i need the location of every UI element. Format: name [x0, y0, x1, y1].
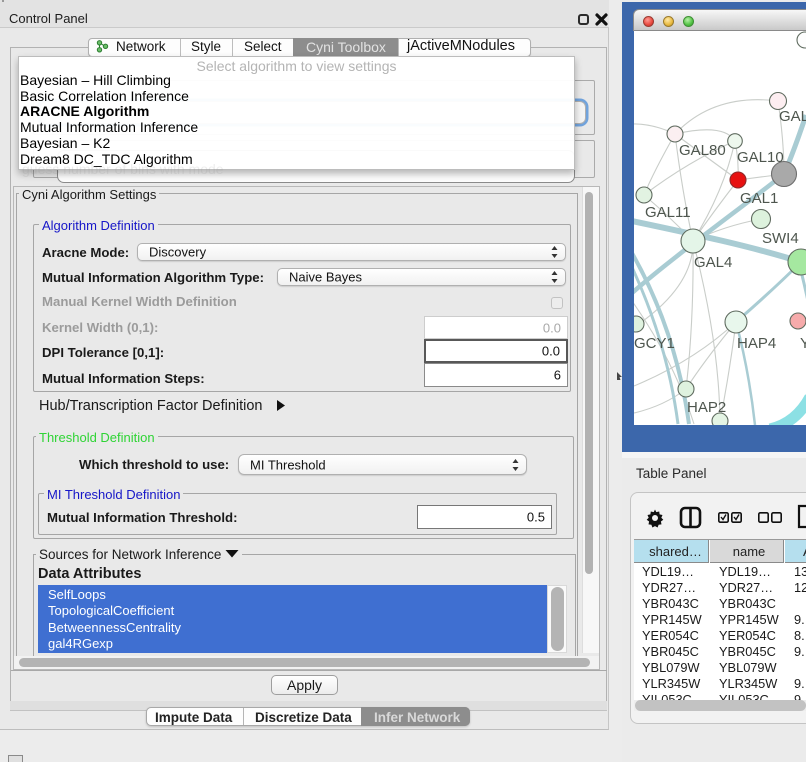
- svg-text:GAL: GAL: [779, 108, 806, 125]
- svg-text:GAL11: GAL11: [645, 204, 691, 221]
- svg-text:GAL10: GAL10: [737, 149, 784, 166]
- svg-text:SWI4: SWI4: [762, 230, 799, 247]
- svg-text:GAL4: GAL4: [694, 254, 732, 271]
- svg-text:Y: Y: [800, 335, 806, 352]
- svg-text:GCY1: GCY1: [634, 335, 675, 352]
- svg-text:HAP4: HAP4: [737, 335, 776, 352]
- svg-text:GAL80: GAL80: [679, 142, 726, 159]
- svg-text:GAL1: GAL1: [740, 190, 778, 207]
- svg-text:HAP2: HAP2: [687, 399, 726, 416]
